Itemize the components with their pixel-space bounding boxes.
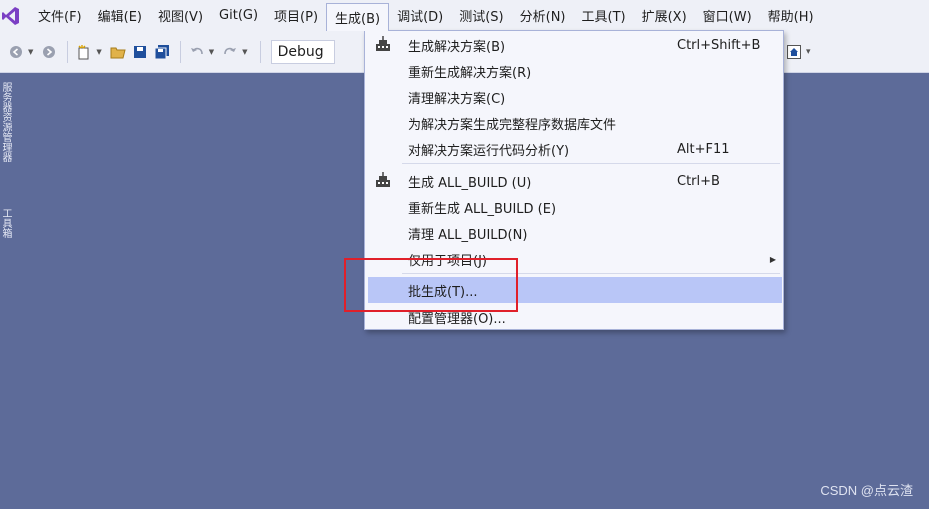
menu-project[interactable]: 项目(P)	[266, 2, 326, 29]
redo-dropdown-icon[interactable]: ▼	[242, 48, 247, 56]
submenu-arrow-icon: ▶	[769, 254, 776, 264]
build-solution-icon	[374, 36, 394, 54]
menu-item-clean-all-build[interactable]: 清理 ALL_BUILD(N)	[368, 220, 782, 246]
undo-dropdown-icon[interactable]: ▼	[209, 48, 214, 56]
new-project-icon[interactable]	[74, 41, 94, 63]
menu-item-generate-pdb[interactable]: 为解决方案生成完整程序数据库文件	[368, 110, 782, 136]
menu-item-run-code-analysis[interactable]: 对解决方案运行代码分析(Y) Alt+F11	[368, 136, 782, 162]
menu-item-project-only[interactable]: 仅用于项目(J) ▶	[368, 246, 782, 272]
open-folder-icon[interactable]	[108, 41, 128, 63]
navigate-forward-icon[interactable]	[39, 41, 59, 63]
toolbar-overflow-icon[interactable]: ▾	[806, 47, 811, 57]
toolbar-separator	[179, 40, 181, 63]
menu-bar: 文件(F) 编辑(E) 视图(V) Git(G) 项目(P) 生成(B) 调试(…	[0, 0, 929, 31]
menu-test[interactable]: 测试(S)	[451, 2, 511, 29]
home-icon[interactable]	[784, 41, 804, 63]
toolbar-separator	[259, 40, 261, 63]
menu-debug[interactable]: 调试(D)	[389, 2, 451, 29]
menu-item-label: 为解决方案生成完整程序数据库文件	[408, 117, 617, 133]
menu-item-build-solution[interactable]: 生成解决方案(B) Ctrl+Shift+B	[368, 32, 782, 58]
menu-file[interactable]: 文件(F)	[30, 2, 90, 29]
menu-git[interactable]: Git(G)	[211, 2, 266, 29]
save-all-icon[interactable]	[152, 41, 172, 63]
build-menu-dropdown: 生成解决方案(B) Ctrl+Shift+B 重新生成解决方案(R) 清理解决方…	[364, 30, 784, 330]
toolbar-right-group: ▾	[784, 41, 817, 63]
menu-item-label: 仅用于项目(J)	[408, 253, 487, 269]
menu-window[interactable]: 窗口(W)	[695, 2, 760, 29]
menu-separator	[402, 163, 780, 164]
menu-item-label: 重新生成解决方案(R)	[408, 65, 532, 81]
menu-item-label: 重新生成 ALL_BUILD (E)	[408, 201, 557, 217]
side-tab-toolbox[interactable]: 工具箱	[0, 208, 11, 238]
menu-item-build-all-build[interactable]: 生成 ALL_BUILD (U) Ctrl+B	[368, 168, 782, 194]
left-tool-strip: 服务器资源管理器 工具箱	[0, 74, 11, 264]
navigate-back-icon[interactable]	[6, 41, 26, 63]
menu-edit[interactable]: 编辑(E)	[90, 2, 150, 29]
menu-item-label: 清理 ALL_BUILD(N)	[408, 227, 528, 243]
menu-view[interactable]: 视图(V)	[150, 2, 211, 29]
menu-item-label: 生成解决方案(B)	[408, 39, 506, 55]
menu-tools[interactable]: 工具(T)	[574, 2, 634, 29]
back-dropdown-icon[interactable]: ▼	[28, 48, 33, 56]
menu-item-rebuild-all-build[interactable]: 重新生成 ALL_BUILD (E)	[368, 194, 782, 220]
menu-analyze[interactable]: 分析(N)	[512, 2, 574, 29]
menu-item-label: 清理解决方案(C)	[408, 91, 506, 107]
visual-studio-logo-icon[interactable]	[0, 0, 22, 31]
menu-item-label: 生成 ALL_BUILD (U)	[408, 175, 532, 191]
build-project-icon	[374, 172, 394, 190]
menu-item-batch-build[interactable]: 批生成(T)...	[368, 277, 782, 303]
menu-item-label: 配置管理器(O)...	[408, 311, 506, 327]
menu-item-shortcut: Alt+F11	[677, 141, 730, 157]
menu-item-shortcut: Ctrl+B	[677, 173, 720, 189]
new-project-dropdown-icon[interactable]: ▼	[96, 48, 101, 56]
undo-icon[interactable]	[187, 41, 207, 63]
menu-item-label: 对解决方案运行代码分析(Y)	[408, 143, 570, 159]
watermark: CSDN @点云渣	[820, 483, 913, 498]
menu-item-configuration-manager[interactable]: 配置管理器(O)...	[368, 304, 782, 330]
menu-item-clean-solution[interactable]: 清理解决方案(C)	[368, 84, 782, 110]
menu-item-shortcut: Ctrl+Shift+B	[677, 37, 761, 53]
side-tab-server-explorer[interactable]: 服务器资源管理器	[0, 82, 11, 162]
menu-item-rebuild-solution[interactable]: 重新生成解决方案(R)	[368, 58, 782, 84]
redo-icon[interactable]	[220, 41, 240, 63]
menu-separator	[402, 273, 780, 274]
solution-configuration-select[interactable]: Debug	[270, 39, 335, 64]
toolbar-separator	[67, 40, 69, 63]
menu-build[interactable]: 生成(B)	[326, 3, 390, 31]
menu-extensions[interactable]: 扩展(X)	[634, 2, 695, 29]
save-icon[interactable]	[130, 41, 150, 63]
menu-item-label: 批生成(T)...	[408, 284, 478, 300]
menu-help[interactable]: 帮助(H)	[760, 2, 822, 29]
